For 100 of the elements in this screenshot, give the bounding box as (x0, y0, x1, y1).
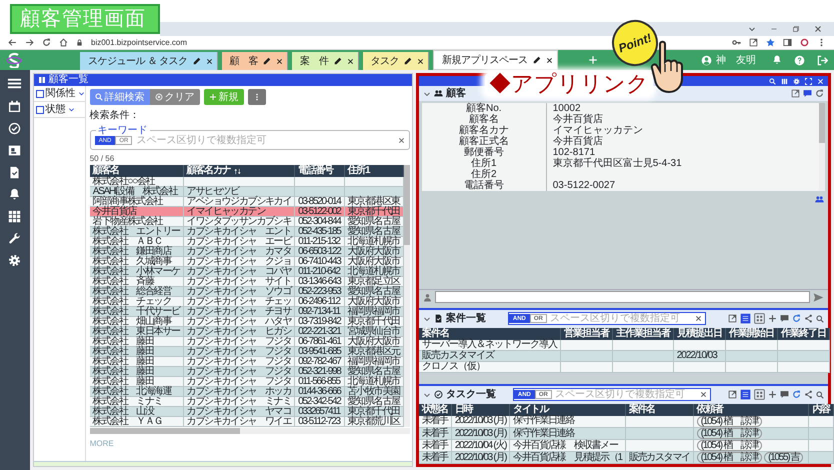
table-row[interactable]: 株式会社 鎌田商店 カブシキカイシャ カマタ 06-6503-122 大阪府大阪市 (90, 246, 404, 256)
table-row[interactable]: 株式会社 畑山商事 カブシキカイシャ ハタヤ 03-7319-842 東京都千代田 (90, 316, 404, 326)
plus-icon[interactable] (768, 314, 777, 323)
chevron-down-icon[interactable] (78, 90, 85, 97)
table-row[interactable]: 株式会社○○会社 (90, 177, 404, 186)
chevron-down-icon[interactable] (422, 314, 431, 322)
refresh-icon[interactable] (815, 89, 824, 98)
columns-icon[interactable] (781, 78, 788, 84)
filter-label[interactable]: 状態 (46, 102, 66, 117)
sort-icon[interactable] (234, 168, 242, 174)
table-row[interactable]: 株式会社 斉藤 カブシキカイシャ サイト 03-1346-643 東京都足立区 (90, 276, 404, 286)
document-icon[interactable] (8, 166, 22, 179)
column-header[interactable]: 主作業担当者 (612, 328, 674, 340)
restore-icon[interactable] (792, 25, 800, 33)
search-input[interactable]: スペース区切りで複数指定可 (554, 387, 697, 402)
comment-icon[interactable] (780, 314, 789, 323)
expand-icon[interactable] (805, 78, 812, 84)
settings-icon[interactable] (793, 78, 800, 84)
back-icon[interactable] (8, 38, 17, 47)
requester-chip[interactable]: (1054) 楢 諒津 (696, 428, 762, 439)
column-header[interactable]: 日時 (451, 404, 510, 416)
column-header[interactable]: 依頼者 (693, 404, 809, 416)
user-avatar-icon[interactable] (701, 54, 712, 66)
table-row[interactable]: 株式会社 エントリー カブシキカイシャ エント 052-435-185 愛知県名古屋 (90, 226, 404, 236)
grid-view-icon[interactable] (754, 389, 765, 400)
close-icon[interactable] (206, 58, 213, 64)
home-icon[interactable] (59, 38, 68, 47)
requester-chip[interactable]: (1054) 楢 諒津 (696, 416, 762, 427)
plus-icon[interactable] (768, 390, 777, 399)
column-header[interactable]: 顧客名カナ (183, 165, 295, 177)
close-icon[interactable] (546, 56, 553, 64)
external-link-icon[interactable] (728, 314, 737, 323)
share-icon[interactable] (804, 314, 813, 323)
search-icon[interactable] (769, 78, 776, 84)
table-row[interactable]: 株式会社 藤田 カブシキカイシャ フジタ 06-7861-461 大阪府大阪市 (90, 336, 404, 346)
grid-view-icon[interactable] (754, 313, 765, 324)
column-header[interactable]: 営業担当者 (560, 328, 612, 340)
chevron-down-icon[interactable] (422, 390, 431, 398)
contact-card-icon[interactable] (8, 144, 22, 157)
bell-icon[interactable] (8, 188, 22, 201)
column-header[interactable]: 住所1 (344, 165, 404, 177)
table-row[interactable]: 株式会社 チェック カブシキカイシャ チェッ 06-2496-112 大阪府大阪市 (90, 296, 404, 306)
table-row[interactable]: 株式会社 小林マーケ カブシキカイシャ コバヤ 011-210-642 北海道札幌市 (90, 266, 404, 276)
extension-icon[interactable] (800, 38, 809, 47)
horizontal-scrollbar[interactable] (90, 428, 410, 434)
comment-input[interactable] (434, 291, 810, 303)
column-header[interactable]: 作業開始日 (725, 328, 778, 340)
external-link-icon[interactable] (728, 390, 737, 399)
table-row[interactable]: 株式会社 藤田 カブシキカイシャ フジタ 052-321-998 愛知県名古屋 (90, 366, 404, 376)
clear-icon[interactable] (398, 136, 405, 144)
chevron-down-icon[interactable] (68, 106, 75, 113)
settings-icon[interactable] (8, 254, 22, 267)
table-row[interactable]: 岩下物産株式会社 イワシタブッサンカブシキ 052-304-844 愛知県名古屋 (90, 216, 404, 226)
table-row[interactable]: 株式会社 藤田 カブシキカイシャ フジタ 03-9541-685 東京都港区元 (90, 346, 404, 356)
forward-icon[interactable] (25, 38, 34, 47)
table-row[interactable]: 株式会社 藤田 カブシキカイシャ フジタ 092-782-467 福岡県福岡市 (90, 356, 404, 366)
more-button[interactable] (248, 89, 266, 105)
pencil-icon[interactable] (404, 57, 412, 65)
side-panel-icon[interactable] (783, 38, 792, 47)
chevron-down-icon[interactable] (748, 25, 756, 33)
menu-icon[interactable] (7, 76, 22, 91)
table-row[interactable]: 株式会社 総合経営 カブシキカイシャ ソウゴ 052-223-953 愛知県名古屋 (90, 286, 404, 296)
search-icon[interactable] (816, 390, 824, 398)
refresh-icon[interactable] (792, 314, 801, 323)
table-row[interactable]: 株式会社 山没 カブシキカイシャ ヤマコ 0332657411 東京都千代田 (90, 406, 404, 416)
close-icon[interactable] (276, 58, 284, 64)
column-header[interactable]: 案件名 (418, 328, 560, 340)
chevron-down-icon[interactable] (422, 90, 431, 98)
url-text[interactable]: biz001.bizpointservice.com (91, 36, 188, 48)
column-header[interactable]: 状態名 (418, 404, 452, 416)
requester-chip[interactable]: (1054) 楢 諒津 (696, 440, 762, 451)
pencil-icon[interactable] (532, 56, 541, 64)
clear-button[interactable]: クリア (150, 89, 200, 105)
table-row[interactable]: 株式会社 久城商事 カブシキカイシャ クジョ 06-7410-443 大阪府大阪市 (90, 256, 404, 266)
table-row[interactable]: 阿部商事株式会社 アベショウジカブシキカイ 03-8520-014 東京都港区東 (90, 196, 404, 206)
table-row[interactable]: 株式会社 ＡＢＣ カブシキカイシャ エービ 011-215-132 北海道札幌市 (90, 236, 404, 246)
close-icon[interactable] (417, 58, 424, 64)
requester-chip[interactable]: (1055) 吉 (764, 452, 804, 463)
pencil-icon[interactable] (192, 57, 201, 65)
reload-icon[interactable] (42, 38, 51, 47)
wrench-icon[interactable] (8, 232, 22, 245)
table-row[interactable]: 株式会社 北海海運 カブシキカイシャ ホッカ 0144-36-666 苫小牧市美園 (90, 386, 404, 396)
table-row[interactable]: 株式会社 千代サービ カブシキカイシャ チヨサ 092-7134-11 福岡県福岡市 (90, 306, 404, 316)
table-row[interactable]: 株式会社 ＹＡＧ カブシキカイシャ ワイエ 03-5112-723 東京都荒川区 (90, 416, 404, 426)
logout-icon[interactable] (817, 54, 828, 66)
table-row[interactable]: 株式会社 ミナミ カブシキカイシャ ミナミ 052-342-542 愛知県名古屋 (90, 396, 404, 406)
clear-icon[interactable] (700, 391, 707, 398)
column-header[interactable]: 案件名 (625, 404, 694, 416)
table-row[interactable]: 株式会社 藤田 カブシキカイシャ フジタ 011-566-855 北海道札幌市 (90, 376, 404, 386)
filter-label[interactable]: 関係性 (46, 86, 76, 101)
column-header[interactable]: 見積提出日 (673, 328, 726, 340)
search-input[interactable]: スペース区切りで複数指定可 (550, 311, 692, 326)
star-icon[interactable] (766, 38, 775, 47)
list-view-icon[interactable] (740, 313, 751, 324)
close-icon[interactable] (346, 58, 354, 64)
app-tab[interactable]: スケジュール ＆ タスク (80, 52, 218, 70)
app-tab[interactable]: 新規アプリスペース (433, 50, 558, 70)
column-header[interactable]: タイトル (510, 404, 626, 416)
table-row[interactable]: 今井百貨店 イマイヒャッカテン 03-5122-002 東京都千代田 (90, 206, 404, 216)
clear-icon[interactable] (694, 315, 702, 322)
